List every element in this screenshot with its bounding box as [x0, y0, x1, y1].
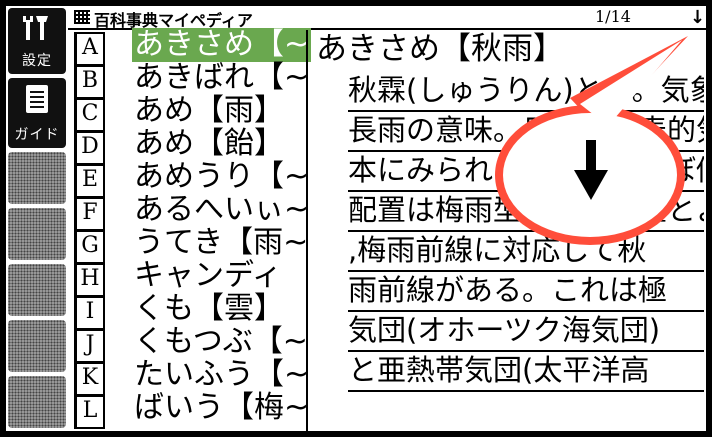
document-icon [26, 85, 48, 113]
list-item-word[interactable]: うてき【雨~ [134, 226, 308, 260]
list-item-word[interactable]: あきばれ【~ [134, 61, 309, 95]
screen: 設定 ガイド 百科事典マイペディア 1/14 ↓ A あきさめ【~ B あきばれ… [6, 6, 706, 431]
list-item-word[interactable]: あきさめ【~ [132, 28, 312, 62]
list-item-key[interactable]: I [74, 296, 105, 330]
dictionary-device: 設定 ガイド 百科事典マイペディア 1/14 ↓ A あきさめ【~ B あきばれ… [0, 0, 712, 437]
sidebar-empty-slot [8, 376, 66, 428]
page-indicator: 1/14 [595, 7, 631, 26]
list-item[interactable]: K たいふう【~ [74, 358, 309, 396]
list-item[interactable]: I くも【雲】 [74, 292, 302, 330]
content-line: 気団(オホーツク海気団) [348, 310, 704, 352]
settings-label: 設定 [22, 53, 52, 69]
sidebar-empty-slot [8, 152, 66, 204]
sidebar-empty-slot [8, 320, 66, 372]
list-item-word[interactable]: あめうり【~ [134, 160, 309, 194]
list-item[interactable]: F あるへいぃ~ [74, 193, 309, 231]
sidebar-empty-slot [8, 208, 66, 260]
list-item[interactable]: L ばいう【梅~ [74, 391, 309, 429]
list-item-key[interactable]: E [74, 164, 105, 198]
dictionary-icon [74, 10, 90, 24]
list-item-key[interactable]: B [74, 65, 105, 99]
list-item[interactable]: A あきさめ【~ [74, 28, 312, 66]
list-item-key[interactable]: G [74, 230, 105, 264]
entry-list: A あきさめ【~ B あきばれ【~ C あめ【雨】 D あめ【飴】 E あめうり【~ F あるへいぃ~… [74, 28, 312, 431]
list-item-key[interactable]: A [74, 32, 105, 66]
list-item-key[interactable]: L [74, 395, 105, 429]
content-line: 秋霖(しゅうりん)とも。気象上は [348, 70, 704, 112]
list-item-key[interactable]: K [74, 362, 105, 396]
list-item[interactable]: J くもつぶ【~ [74, 325, 308, 363]
list-item[interactable]: D あめ【飴】 [74, 127, 302, 165]
guide-button[interactable]: ガイド [8, 78, 66, 148]
list-item-key[interactable]: J [74, 329, 105, 363]
content-line: 長雨の意味。日本の代表的気団 [348, 110, 704, 152]
list-item-key[interactable]: H [74, 263, 105, 297]
list-item-word[interactable]: くも【雲】 [134, 292, 284, 326]
list-item[interactable]: H キャンディ [74, 259, 302, 297]
list-item[interactable]: B あきばれ【~ [74, 61, 309, 99]
guide-label: ガイド [14, 127, 60, 143]
list-item-word[interactable]: くもつぶ【~ [134, 325, 308, 359]
list-item-word[interactable]: たいふう【~ [134, 358, 309, 392]
sidebar: 設定 ガイド [6, 6, 68, 431]
entry-heading: あきさめ【秋雨】 [316, 31, 564, 67]
list-item-key[interactable]: C [74, 98, 105, 132]
list-item-word[interactable]: あめ【飴】 [134, 127, 284, 161]
list-item-key[interactable]: F [74, 197, 105, 231]
content-line: 本にみられる。梅雨とほぼ似た [348, 150, 704, 192]
list-item-word[interactable]: あるへいぃ~ [134, 193, 309, 227]
list-item[interactable]: E あめうり【~ [74, 160, 309, 198]
content-line: ,梅雨前線に対応して秋 [348, 230, 704, 272]
scroll-down-icon[interactable]: ↓ [690, 7, 705, 28]
list-item[interactable]: C あめ【雨】 [74, 94, 302, 132]
content-line: 雨前線がある。これは極 [348, 270, 704, 312]
content-line: 配置は梅雨型の気圧配置とよばり [348, 190, 704, 232]
list-item-word[interactable]: あめ【雨】 [134, 94, 284, 128]
list-item-word[interactable]: ばいう【梅~ [134, 391, 309, 425]
list-item-word[interactable]: キャンディ [134, 259, 282, 293]
divider [306, 30, 308, 431]
content-line: と亜熱帯気団(太平洋高 [348, 350, 704, 392]
sidebar-empty-slot [8, 264, 66, 316]
tools-icon [23, 16, 48, 40]
list-item-key[interactable]: D [74, 131, 105, 165]
settings-button[interactable]: 設定 [8, 8, 66, 74]
entry-content[interactable]: あきさめ【秋雨】 秋霖(しゅうりん)とも。気象上は長雨の意味。日本の代表的気団本… [312, 30, 706, 431]
list-item[interactable]: G うてき【雨~ [74, 226, 308, 264]
